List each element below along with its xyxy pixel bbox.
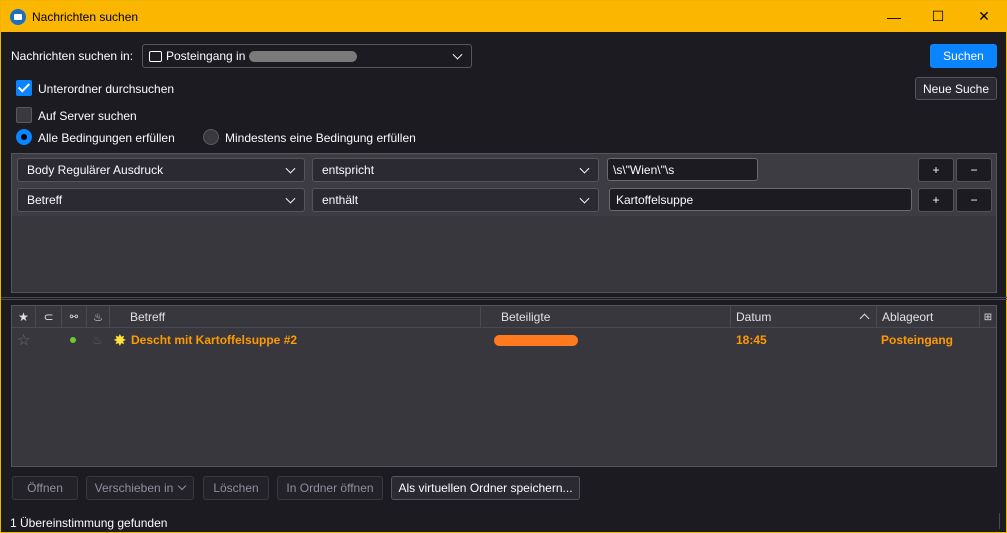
chevron-down-icon <box>285 163 296 174</box>
junk-icon[interactable]: ♨ <box>92 328 103 352</box>
resize-grip[interactable] <box>999 513 1000 529</box>
splitter[interactable] <box>1 297 1007 300</box>
folder-select-value: Posteingang in <box>166 49 246 63</box>
table-header: ★ ⊂ ⚯ ♨ Betreff Beteiligte Datum Ablageo… <box>12 306 996 328</box>
add-condition-button[interactable]: + <box>918 158 954 182</box>
redacted-account <box>249 50 358 62</box>
attachment-column-icon[interactable]: ⊂ <box>36 306 62 328</box>
subfolders-checkbox[interactable] <box>16 80 32 96</box>
column-location[interactable]: Ablageort <box>877 306 980 328</box>
operator-value: enthält <box>322 193 359 207</box>
search-in-label: Nachrichten suchen in: <box>11 49 134 63</box>
row-subject: Descht mit Kartoffelsuppe #2 <box>131 333 298 347</box>
match-any-label: Mindestens eine Bedingung erfüllen <box>225 131 416 145</box>
match-all-label: Alle Bedingungen erfüllen <box>38 131 175 145</box>
operator-select[interactable]: entspricht <box>312 158 599 182</box>
unread-dot-icon[interactable] <box>70 328 76 352</box>
field-value: Body Regulärer Ausdruck <box>27 163 164 177</box>
new-message-icon: ✸ <box>114 331 126 348</box>
column-date-label: Datum <box>736 310 772 324</box>
open-in-folder-button[interactable]: In Ordner öffnen <box>277 476 383 500</box>
delete-button[interactable]: Löschen <box>203 476 269 500</box>
move-to-label: Verschieben in <box>94 481 174 495</box>
search-messages-window: Nachrichten suchen — ☐ ✕ Nachrichten suc… <box>0 0 1007 533</box>
chevron-down-icon <box>285 193 296 204</box>
open-button[interactable]: Öffnen <box>12 476 78 500</box>
move-to-button[interactable]: Verschieben in <box>86 476 194 500</box>
field-value: Betreff <box>27 193 63 207</box>
sort-ascending-icon <box>859 313 870 324</box>
column-date[interactable]: Datum <box>731 306 877 328</box>
conditions-panel: Body Regulärer Ausdruck entspricht \s\"W… <box>11 153 997 293</box>
search-button[interactable]: Suchen <box>930 44 997 68</box>
column-picker-icon[interactable]: ⊞ <box>980 306 996 328</box>
row-date: 18:45 <box>736 333 767 347</box>
thunderbird-icon <box>10 8 26 25</box>
remove-condition-button[interactable]: − <box>956 188 992 212</box>
add-condition-button[interactable]: + <box>918 188 954 212</box>
inbox-icon <box>149 50 162 62</box>
operator-value: entspricht <box>322 163 375 177</box>
folder-select[interactable]: Posteingang in <box>142 44 472 68</box>
row-location: Posteingang <box>881 333 954 347</box>
operator-select[interactable]: enthält <box>312 188 599 212</box>
close-button[interactable]: ✕ <box>961 1 1007 32</box>
star-column-icon[interactable]: ★ <box>12 306 36 328</box>
star-icon[interactable]: ☆ <box>17 328 30 352</box>
field-select[interactable]: Body Regulärer Ausdruck <box>17 158 305 182</box>
checkmark-icon <box>17 80 31 93</box>
match-all-radio[interactable] <box>16 129 32 145</box>
field-select[interactable]: Betreff <box>17 188 305 212</box>
condition-row: Body Regulärer Ausdruck entspricht \s\"W… <box>12 154 996 186</box>
remove-condition-button[interactable]: − <box>956 158 992 182</box>
column-participants[interactable]: Beteiligte <box>481 306 731 328</box>
value-input[interactable]: Kartoffelsuppe <box>609 188 912 211</box>
title-bar: Nachrichten suchen — ☐ ✕ <box>1 1 1007 32</box>
junk-column-icon[interactable]: ♨ <box>87 306 110 328</box>
column-subject[interactable]: Betreff <box>110 306 481 328</box>
new-search-button[interactable]: Neue Suche <box>915 77 997 100</box>
status-text: 1 Übereinstimmung gefunden <box>10 516 168 530</box>
results-table: ★ ⊂ ⚯ ♨ Betreff Beteiligte Datum Ablageo… <box>11 305 997 467</box>
value-input[interactable]: \s\"Wien\"\s <box>607 158 758 181</box>
subfolders-label: Unterordner durchsuchen <box>38 82 175 96</box>
window-title: Nachrichten suchen <box>32 9 139 24</box>
redacted-participant <box>494 328 578 352</box>
server-label: Auf Server suchen <box>38 109 137 123</box>
chevron-down-icon <box>452 49 463 60</box>
save-as-virtual-folder-button[interactable]: Als virtuellen Ordner speichern... <box>391 476 580 500</box>
maximize-button[interactable]: ☐ <box>915 1 961 32</box>
thread-column-icon[interactable]: ⚯ <box>62 306 87 328</box>
chevron-down-icon <box>178 481 187 491</box>
chevron-down-icon <box>579 193 590 204</box>
condition-row: Betreff enthält Kartoffelsuppe + − <box>12 186 996 216</box>
match-any-radio[interactable] <box>203 129 219 145</box>
chevron-down-icon <box>579 163 590 174</box>
minimize-button[interactable]: — <box>871 1 917 32</box>
server-checkbox[interactable] <box>16 107 32 123</box>
